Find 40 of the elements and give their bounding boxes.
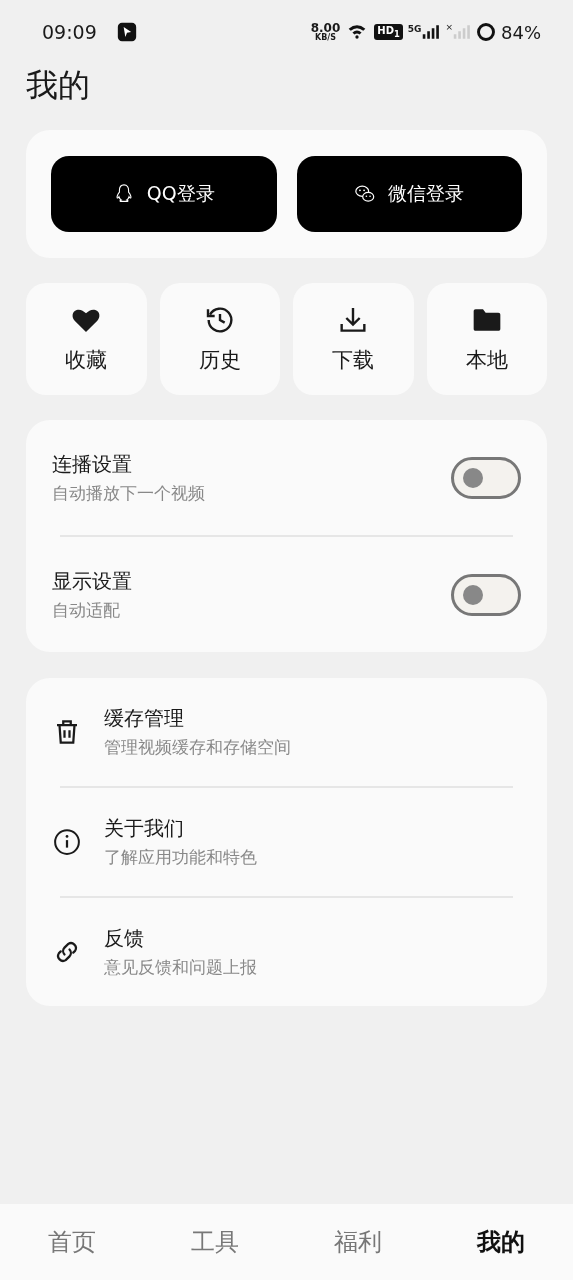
login-button[interactable]: 微信登录 — [296, 156, 522, 232]
menu-item-description: 了解应用功能和特色 — [104, 846, 257, 869]
toggle-switch[interactable] — [451, 573, 521, 616]
app-icon — [116, 22, 137, 42]
menu-item-description: 意见反馈和问题上报 — [104, 956, 257, 979]
nav-tab[interactable]: 福利 — [286, 1225, 430, 1259]
info-icon — [52, 827, 82, 857]
shortcut-label: 收藏 — [65, 347, 108, 374]
toggle-switch[interactable] — [451, 456, 521, 499]
shortcut-tile[interactable]: 本地 — [426, 283, 547, 395]
speed-unit: KB/S — [315, 34, 336, 42]
shortcut-tile[interactable]: 收藏 — [26, 283, 147, 395]
login-button[interactable]: QQ登录 — [51, 156, 277, 232]
menu-item-title[interactable]: 关于我们 — [104, 815, 257, 842]
setting-title: 连播设置 — [52, 450, 133, 478]
battery-level: 84% — [501, 21, 541, 43]
nav-tab[interactable]: 我的 — [429, 1225, 573, 1259]
setting-title: 显示设置 — [52, 567, 132, 595]
network-type: 5G — [407, 23, 422, 34]
setting-description: 自动播放下一个视频 — [52, 481, 205, 505]
network-speed: 8.00 — [310, 22, 341, 34]
menu-item-title[interactable]: 反馈 — [104, 925, 257, 952]
nav-tab[interactable]: 首页 — [0, 1225, 144, 1259]
chat-bubbles-icon — [354, 183, 377, 205]
signal-icon — [453, 23, 471, 41]
shortcut-label: 历史 — [198, 347, 241, 374]
menu-item-description: 管理视频缓存和存储空间 — [104, 736, 291, 759]
setting-description: 自动适配 — [52, 598, 121, 622]
nav-tab[interactable]: 工具 — [143, 1225, 287, 1259]
page-title: 我的 — [26, 65, 91, 106]
battery-ring-icon — [476, 22, 496, 42]
shortcut-label: 本地 — [465, 347, 508, 374]
no-sim-mark: × — [445, 21, 453, 32]
signal-icon — [422, 23, 441, 41]
shortcut-tile[interactable]: 下载 — [293, 283, 414, 395]
clock-time: 09:09 — [42, 21, 97, 43]
menu-item-title[interactable]: 缓存管理 — [104, 705, 291, 732]
hd-badge: HD$_{1}$ — [374, 24, 403, 40]
shortcut-tile[interactable]: 历史 — [159, 283, 280, 395]
shortcut-label: 下载 — [332, 347, 375, 374]
